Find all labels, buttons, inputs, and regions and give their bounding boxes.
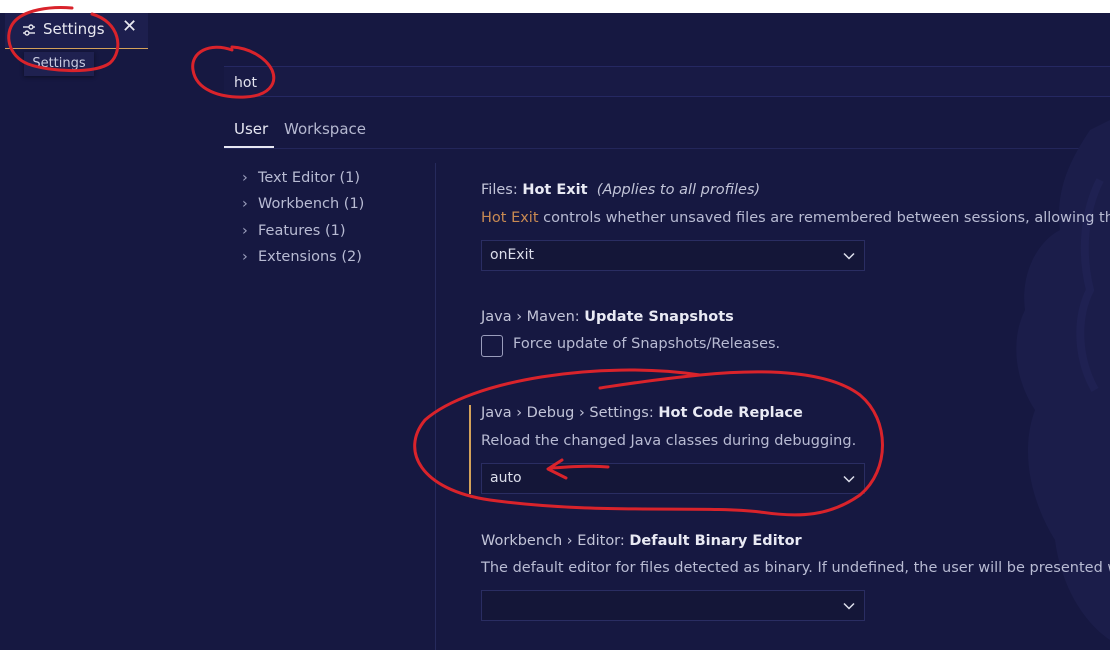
toc-item-label: Text Editor (1) [258, 170, 360, 186]
toc-item-label: Features (1) [258, 223, 346, 239]
setting-category: Workbench [481, 533, 563, 549]
toc-item-extensions[interactable]: › Extensions (2) [242, 249, 362, 265]
setting-category: Editor: [577, 533, 630, 549]
hot-code-replace-select[interactable]: auto [481, 463, 865, 494]
setting-name: Hot Exit [522, 182, 588, 198]
settings-sliders-icon [23, 24, 35, 36]
setting-link-hot-exit[interactable]: Hot Exit [481, 210, 539, 226]
setting-title-update-snapshots: Java › Maven: Update Snapshots [481, 309, 734, 325]
toc-item-workbench[interactable]: › Workbench (1) [242, 196, 364, 212]
tabs-divider [224, 148, 1110, 149]
checkbox-label: Force update of Snapshots/Releases. [513, 336, 781, 352]
toc-item-label: Workbench (1) [258, 196, 365, 212]
chevron-right-icon: › [242, 170, 248, 186]
close-icon[interactable]: ✕ [122, 16, 137, 37]
setting-title-hot-exit: Files: Hot Exit (Applies to all profiles… [481, 182, 760, 198]
hot-exit-select[interactable]: onExit [481, 240, 865, 271]
setting-name: Hot Code Replace [658, 405, 803, 421]
chevron-down-icon [843, 252, 855, 260]
setting-description-hot-exit: Hot Exit controls whether unsaved files … [481, 210, 1110, 226]
default-binary-editor-select[interactable] [481, 590, 865, 621]
setting-title-hot-code-replace: Java › Debug › Settings: Hot Code Replac… [481, 405, 803, 421]
top-white-strip [0, 0, 1110, 13]
tab-settings[interactable]: Settings ✕ [5, 13, 148, 49]
breadcrumb[interactable]: Settings [24, 52, 94, 76]
modified-indicator [469, 405, 471, 494]
select-value: auto [490, 470, 522, 486]
chevron-right-icon: › [242, 223, 248, 239]
chevron-down-icon [843, 602, 855, 610]
setting-category: Debug [526, 405, 575, 421]
toc-item-features[interactable]: › Features (1) [242, 223, 346, 239]
chevron-right-icon: › [242, 196, 248, 212]
tab-workspace[interactable]: Workspace [284, 120, 366, 138]
setting-description-hot-code-replace: Reload the changed Java classes during d… [481, 433, 857, 449]
setting-note: (Applies to all profiles) [596, 182, 761, 198]
setting-title-default-binary-editor: Workbench › Editor: Default Binary Edito… [481, 533, 802, 549]
setting-description-text: controls whether unsaved files are remem… [538, 210, 1110, 226]
setting-category: Settings: [589, 405, 659, 421]
setting-category: Files: [481, 182, 523, 198]
toc-divider [435, 163, 436, 650]
search-input[interactable] [232, 71, 836, 95]
search-box[interactable] [224, 66, 1110, 97]
tab-title: Settings [43, 20, 105, 38]
tab-bar [0, 13, 1110, 49]
chevron-right-icon: › [242, 249, 248, 265]
toc-item-label: Extensions (2) [258, 249, 362, 265]
select-value: onExit [490, 247, 534, 263]
update-snapshots-checkbox[interactable] [481, 335, 503, 357]
toc-item-text-editor[interactable]: › Text Editor (1) [242, 170, 360, 186]
tab-user[interactable]: User [234, 120, 268, 138]
setting-description-default-binary-editor: The default editor for files detected as… [481, 560, 1110, 576]
chevron-down-icon [843, 475, 855, 483]
red-annotations [7, 6, 884, 517]
setting-name: Default Binary Editor [629, 533, 802, 549]
setting-category: Maven: [526, 309, 585, 325]
setting-name: Update Snapshots [584, 309, 734, 325]
setting-category: Java [481, 405, 512, 421]
setting-category: Java [481, 309, 512, 325]
